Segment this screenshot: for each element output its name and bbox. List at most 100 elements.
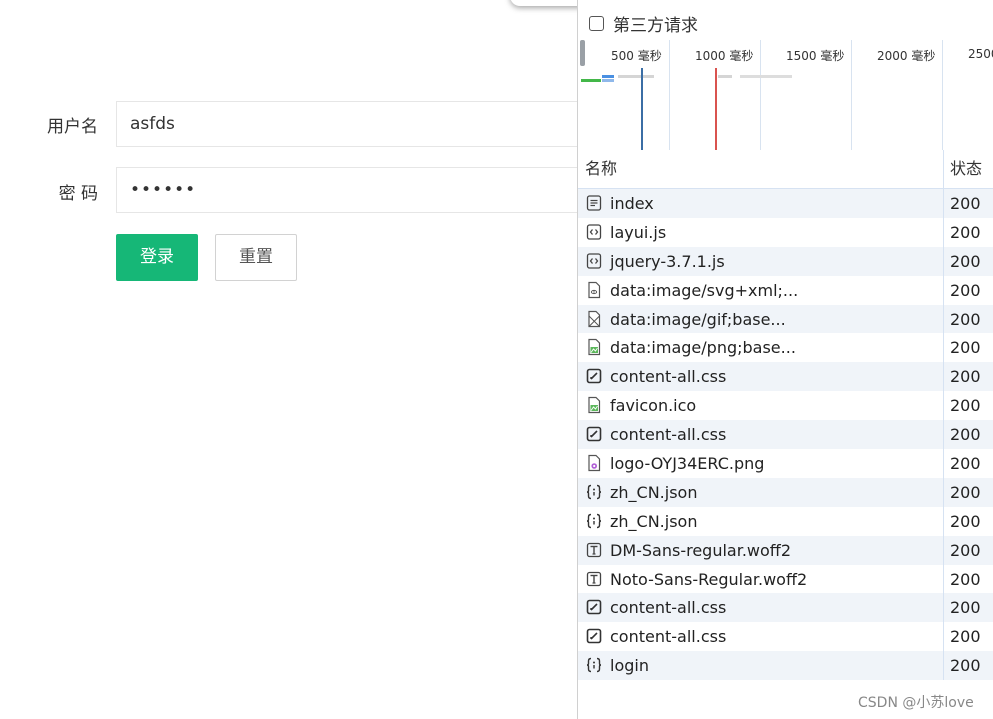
request-row[interactable]: jquery-3.7.1.js 200 (578, 246, 993, 276)
request-status: 200 (950, 511, 981, 531)
request-status: 200 (950, 569, 981, 589)
request-name: logo-OYJ34ERC.png (610, 454, 765, 474)
png-image-icon (585, 338, 603, 356)
third-party-label: 第三方请求 (613, 15, 698, 36)
request-row[interactable]: login 200 (578, 651, 993, 681)
timeline-tick: 2500 (968, 47, 993, 61)
request-name: content-all.css (610, 367, 727, 387)
request-status: 200 (950, 396, 981, 416)
request-name: DM-Sans-regular.woff2 (610, 540, 791, 560)
request-name: data:image/png;base... (610, 338, 796, 358)
request-row[interactable]: index 200 (578, 189, 993, 218)
json-icon (585, 512, 603, 530)
request-name: login (610, 656, 649, 676)
request-name: data:image/gif;base... (610, 309, 786, 329)
stylesheet-icon (585, 627, 603, 645)
script-icon (585, 223, 603, 241)
request-name: jquery-3.7.1.js (610, 251, 725, 271)
request-row[interactable]: zh_CN.json 200 (578, 507, 993, 536)
request-name: layui.js (610, 222, 667, 242)
request-status: 200 (950, 309, 981, 329)
column-status-header[interactable]: 状态 (950, 150, 982, 188)
reset-button[interactable]: 重置 (215, 234, 297, 281)
password-label: 密 码 (58, 184, 98, 204)
logo-image-icon (585, 454, 603, 472)
request-row[interactable]: data:image/gif;base... 200 (578, 304, 993, 334)
stylesheet-icon (585, 367, 603, 385)
svg-image-icon (585, 281, 603, 299)
timeline-gridline (942, 40, 943, 150)
timeline-tick: 500 毫秒 (611, 49, 662, 63)
timeline-drag-handle[interactable] (580, 40, 585, 66)
request-status: 200 (950, 454, 981, 474)
load-event-marker (715, 68, 717, 150)
request-name: zh_CN.json (610, 482, 698, 502)
document-icon (585, 194, 603, 212)
timeline-request-bar (602, 75, 614, 78)
request-row[interactable]: DM-Sans-regular.woff2 200 (578, 535, 993, 565)
request-status: 200 (950, 425, 981, 445)
script-icon (585, 252, 603, 270)
timeline-request-bar (602, 79, 614, 82)
request-row[interactable]: content-all.css 200 (578, 420, 993, 450)
request-name: data:image/svg+xml;... (610, 280, 799, 300)
timeline-gridline (760, 40, 761, 150)
request-name: Noto-Sans-Regular.woff2 (610, 569, 808, 589)
request-status: 200 (950, 194, 981, 213)
login-button[interactable]: 登录 (116, 234, 198, 281)
timeline-tick: 2000 毫秒 (877, 49, 936, 63)
gif-image-icon (585, 310, 603, 328)
username-input[interactable]: asfds (116, 101, 586, 147)
dom-content-loaded-marker (641, 68, 643, 150)
timeline-tick: 1500 毫秒 (786, 49, 845, 63)
third-party-checkbox[interactable] (589, 15, 604, 31)
column-divider[interactable] (943, 150, 944, 680)
request-status: 200 (950, 367, 981, 387)
network-timeline[interactable]: 500 毫秒 1000 毫秒 1500 毫秒 2000 毫秒 2500 (578, 40, 993, 151)
password-input[interactable]: •••••• (116, 167, 586, 213)
request-list: index 200 layui.js 200 jquery-3.7.1.js 200 dat… (578, 189, 993, 681)
request-table-header: 名称 状态 (578, 150, 993, 189)
request-row[interactable]: layui.js 200 (578, 218, 993, 247)
request-name: content-all.css (610, 598, 727, 618)
request-row[interactable]: content-all.css 200 (578, 362, 993, 392)
request-status: 200 (950, 280, 981, 300)
request-row[interactable]: content-all.css 200 (578, 622, 993, 651)
request-status: 200 (950, 251, 981, 271)
request-name: zh_CN.json (610, 511, 698, 531)
column-name-header[interactable]: 名称 (585, 150, 617, 188)
font-icon (585, 541, 603, 559)
timeline-request-bar (740, 75, 792, 78)
font-icon (585, 570, 603, 588)
request-status: 200 (950, 656, 981, 676)
timeline-request-bar (718, 75, 732, 78)
request-row[interactable]: favicon.ico 200 (578, 391, 993, 420)
timeline-gridline (851, 40, 852, 150)
request-status: 200 (950, 482, 981, 502)
request-status: 200 (950, 338, 981, 358)
request-status: 200 (950, 222, 981, 242)
request-row[interactable]: zh_CN.json 200 (578, 477, 993, 507)
png-image-icon (585, 396, 603, 414)
request-row[interactable]: content-all.css 200 (578, 593, 993, 623)
request-row[interactable]: logo-OYJ34ERC.png 200 (578, 449, 993, 478)
request-name: content-all.css (610, 627, 727, 647)
request-row[interactable]: Noto-Sans-Regular.woff2 200 (578, 565, 993, 594)
stylesheet-icon (585, 598, 603, 616)
request-status: 200 (950, 627, 981, 647)
devtools-network-panel: 第三方请求 500 毫秒 1000 毫秒 1500 毫秒 2000 毫秒 250… (577, 0, 993, 719)
request-status: 200 (950, 540, 981, 560)
timeline-gridline (669, 40, 670, 150)
request-status: 200 (950, 598, 981, 618)
request-row[interactable]: data:image/svg+xml;... 200 (578, 276, 993, 305)
request-row[interactable]: data:image/png;base... 200 (578, 333, 993, 362)
request-name: content-all.css (610, 425, 727, 445)
stylesheet-icon (585, 425, 603, 443)
timeline-request-bar (581, 79, 601, 82)
json-icon (585, 483, 603, 501)
json-icon (585, 656, 603, 674)
csdn-watermark: CSDN @小苏love (858, 695, 974, 711)
third-party-filter[interactable]: 第三方请求 (578, 8, 698, 38)
timeline-tick: 1000 毫秒 (695, 49, 754, 63)
username-label: 用户名 (47, 117, 98, 137)
